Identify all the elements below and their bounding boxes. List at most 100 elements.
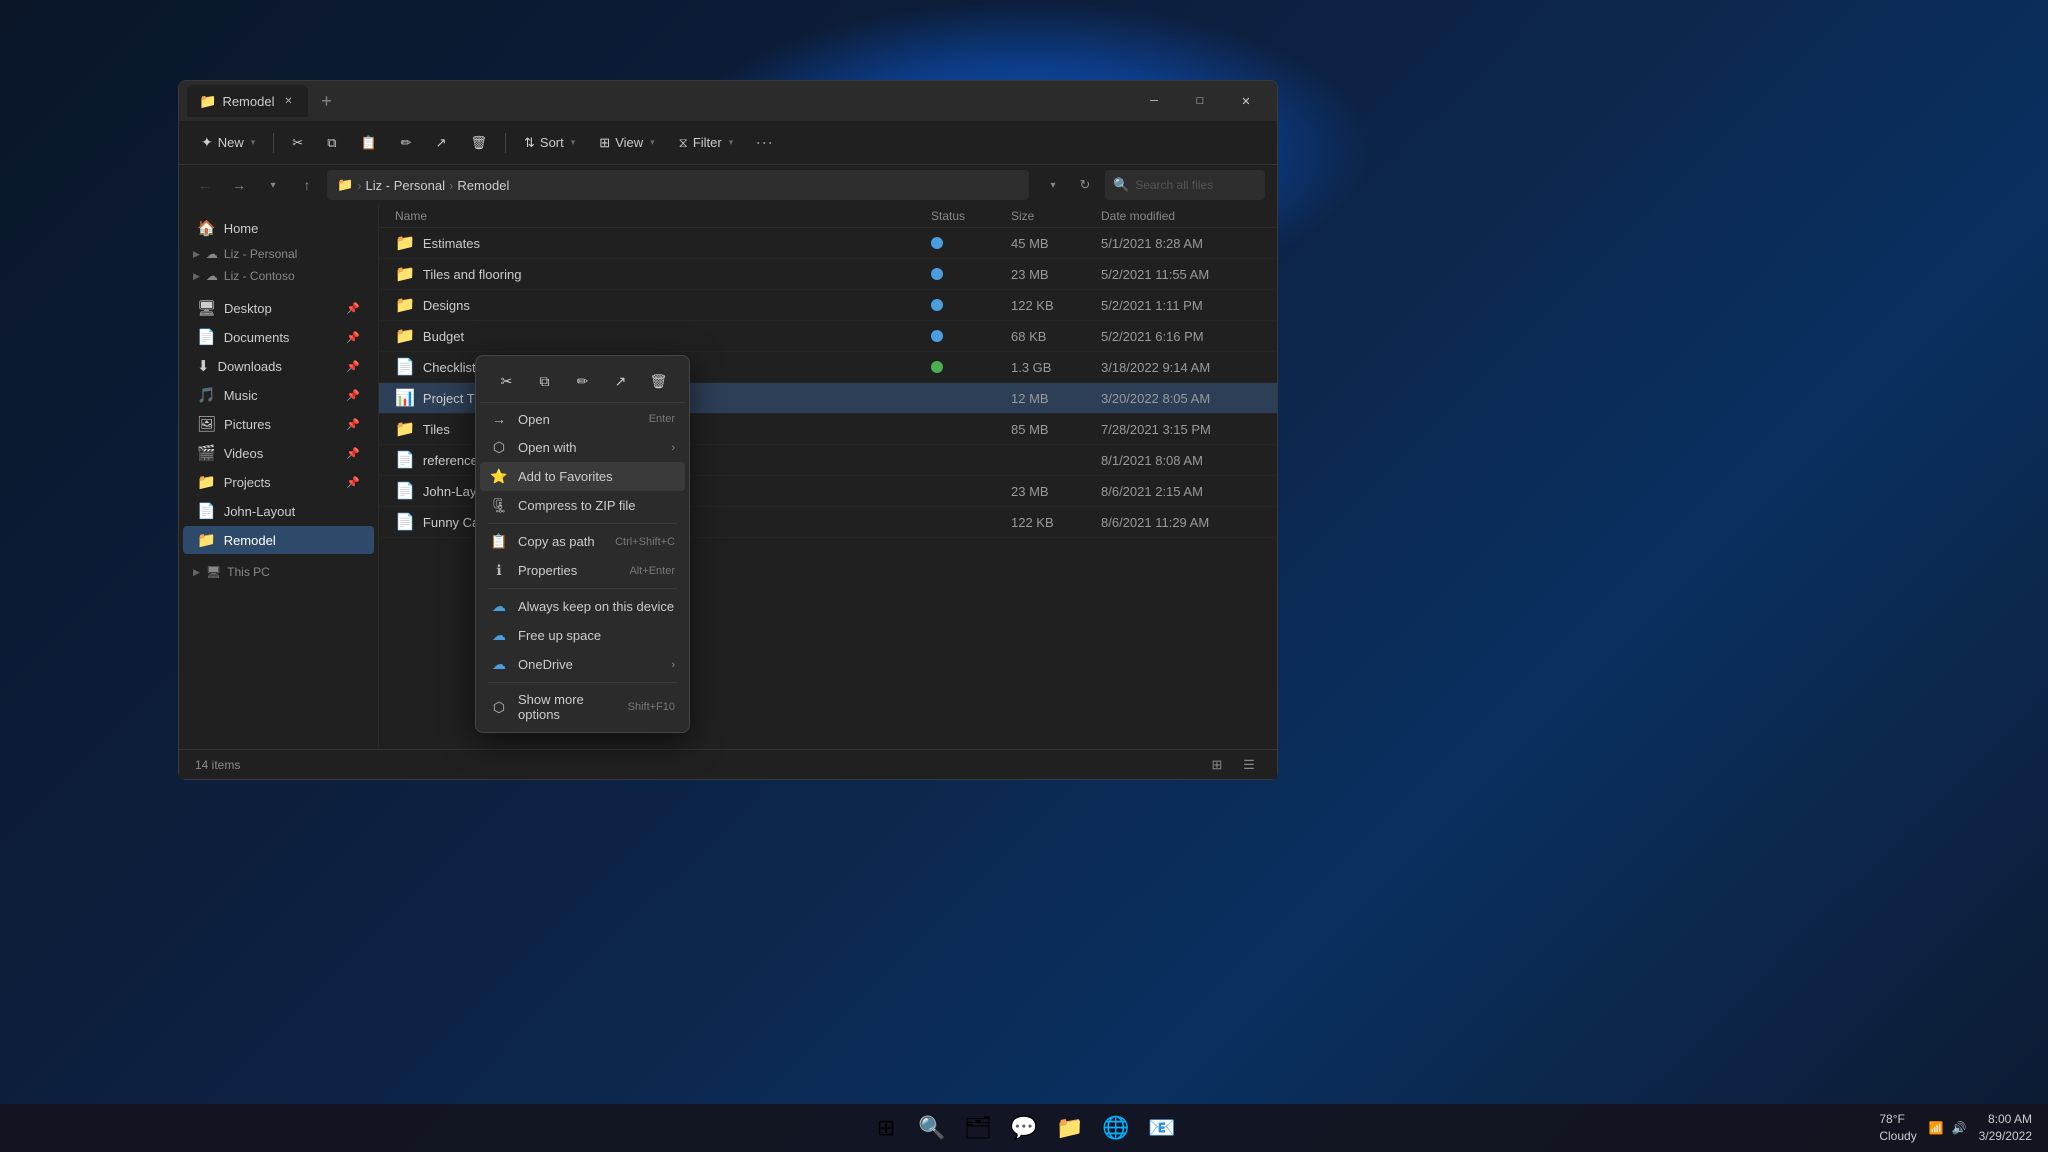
new-tab-button[interactable]: + [312, 87, 340, 115]
task-view-button[interactable]: 🗂 [956, 1106, 1000, 1150]
table-row[interactable]: 📁 Budget 68 KB 5/2/2021 6:16 PM [379, 321, 1277, 352]
sidebar-item-john-layout[interactable]: 📄 John-Layout [183, 497, 374, 525]
cm-always-keep-icon: ☁ [490, 598, 508, 615]
refresh-button[interactable]: ↻ [1071, 171, 1099, 199]
filter-button[interactable]: ⧖ Filter ▾ [669, 131, 744, 155]
cm-open-with-arrow: › [671, 442, 675, 454]
desktop-icon: 🖥 [197, 299, 216, 317]
col-header-date[interactable]: Date modified [1101, 209, 1261, 223]
cm-copy-path-item[interactable]: 📋 Copy as path Ctrl+Shift+C [480, 527, 685, 556]
cm-open-with-item[interactable]: ⬡ Open with › [480, 433, 685, 462]
up-button[interactable]: ↑ [293, 171, 321, 199]
recent-locations-button[interactable]: ▾ [259, 171, 287, 199]
close-button[interactable]: ✕ [1223, 85, 1269, 117]
cm-rename-button[interactable]: ✏ [568, 366, 598, 396]
cm-separator-1 [488, 523, 677, 524]
cm-delete-button[interactable]: 🗑 [644, 366, 674, 396]
sidebar-liz-contoso-header[interactable]: ▶ ☁ Liz - Contoso [179, 265, 378, 287]
cm-separator-2 [488, 588, 677, 589]
sort-button[interactable]: ⇅ Sort ▾ [514, 131, 585, 155]
cm-copy-button[interactable]: ⧉ [530, 366, 560, 396]
file-date-john: 8/6/2021 2:15 AM [1101, 484, 1261, 499]
delete-icon: 🗑 [470, 135, 487, 151]
rename-button[interactable]: ✏ [391, 131, 422, 155]
delete-button[interactable]: 🗑 [460, 131, 497, 155]
cut-button[interactable]: ✂ [282, 131, 313, 155]
sort-dropdown-icon: ▾ [571, 137, 576, 148]
cm-compress-item[interactable]: 🗜 Compress to ZIP file [480, 491, 685, 520]
cm-open-item[interactable]: → Open Enter [480, 405, 685, 433]
minimize-button[interactable]: ─ [1131, 85, 1177, 117]
share-button[interactable]: ↗ [426, 131, 457, 155]
view-dropdown-icon: ▾ [650, 137, 655, 148]
search-button[interactable]: 🔍 [910, 1106, 954, 1150]
new-button[interactable]: ✦ New ▾ [191, 130, 265, 155]
file-size-john: 23 MB [1011, 484, 1101, 499]
sidebar-item-desktop[interactable]: 🖥 Desktop 📌 [183, 294, 374, 322]
paste-button[interactable]: 📋 [350, 131, 386, 155]
widgets-button[interactable]: 💬 [1002, 1106, 1046, 1150]
mail-button[interactable]: 📧 [1140, 1106, 1184, 1150]
network-icon[interactable]: 📶 [1929, 1121, 1944, 1135]
back-button[interactable]: ← [191, 171, 219, 199]
videos-icon: 🎬 [197, 444, 216, 462]
dropdown-button[interactable]: ▾ [1039, 171, 1067, 199]
window-tab[interactable]: 📁 Remodel ✕ [187, 85, 308, 117]
view-button[interactable]: ⊞ View ▾ [589, 131, 664, 155]
table-row[interactable]: 📁 Designs 122 KB 5/2/2021 1:11 PM [379, 290, 1277, 321]
search-box[interactable]: 🔍 Search all files [1105, 170, 1265, 200]
sidebar-liz-personal-header[interactable]: ▶ ☁ Liz - Personal [179, 243, 378, 265]
sidebar-item-projects[interactable]: 📁 Projects 📌 [183, 468, 374, 496]
sidebar-this-pc-header[interactable]: ▶ 🖥 This PC [179, 561, 378, 583]
copy-button[interactable]: ⧉ [317, 131, 346, 155]
folder-icon-tiles2: 📁 [395, 419, 415, 439]
sidebar-item-pictures[interactable]: 🖼 Pictures 📌 [183, 410, 374, 438]
file-name-estimates: Estimates [423, 236, 931, 251]
cm-cut-button[interactable]: ✂ [492, 366, 522, 396]
sidebar-item-documents[interactable]: 📄 Documents 📌 [183, 323, 374, 351]
cm-add-favorites-item[interactable]: ⭐ Add to Favorites [480, 462, 685, 491]
cm-share-button[interactable]: ↗ [606, 366, 636, 396]
cm-show-more-item[interactable]: ⬡ Show more options Shift+F10 [480, 686, 685, 728]
tab-close-button[interactable]: ✕ [280, 93, 296, 109]
sidebar-item-downloads[interactable]: ⬇ Downloads 📌 [183, 352, 374, 380]
start-button[interactable]: ⊞ [864, 1106, 908, 1150]
list-view-button[interactable]: ☰ [1237, 753, 1261, 777]
more-options-button[interactable]: ··· [747, 128, 781, 157]
paste-icon: 📋 [360, 135, 376, 151]
breadcrumb-bar[interactable]: 📁 › Liz - Personal › Remodel [327, 170, 1029, 200]
maximize-button[interactable]: □ [1177, 85, 1223, 117]
col-header-size[interactable]: Size [1011, 209, 1101, 223]
file-name-budget: Budget [423, 329, 931, 344]
time-block[interactable]: 8:00 AM 3/29/2022 [1979, 1111, 2032, 1145]
sidebar-item-home[interactable]: 🏠 Home [183, 214, 374, 242]
cm-always-keep-item[interactable]: ☁ Always keep on this device [480, 592, 685, 621]
edge-button[interactable]: 🌐 [1094, 1106, 1138, 1150]
cm-compress-label: Compress to ZIP file [518, 498, 636, 513]
cm-free-up-item[interactable]: ☁ Free up space [480, 621, 685, 650]
col-header-name[interactable]: Name [395, 209, 931, 223]
sidebar-item-music[interactable]: 🎵 Music 📌 [183, 381, 374, 409]
cm-properties-item[interactable]: ℹ Properties Alt+Enter [480, 556, 685, 585]
cm-onedrive-item[interactable]: ☁ OneDrive › [480, 650, 685, 679]
cm-favorites-label: Add to Favorites [518, 469, 613, 484]
sidebar-item-videos[interactable]: 🎬 Videos 📌 [183, 439, 374, 467]
cm-copy-path-icon: 📋 [490, 533, 508, 550]
breadcrumb-liz-personal[interactable]: Liz - Personal [366, 178, 445, 193]
grid-view-button[interactable]: ⊞ [1205, 753, 1229, 777]
item-count: 14 items [195, 758, 240, 772]
breadcrumb-remodel[interactable]: Remodel [457, 178, 509, 193]
volume-icon[interactable]: 🔊 [1952, 1121, 1967, 1135]
address-bar: ← → ▾ ↑ 📁 › Liz - Personal › Remodel ▾ ↻… [179, 165, 1277, 205]
sidebar-item-remodel[interactable]: 📁 Remodel [183, 526, 374, 554]
col-header-status[interactable]: Status [931, 209, 1011, 223]
cm-onedrive-arrow: › [671, 659, 675, 671]
weather-desc: Cloudy [1879, 1128, 1916, 1145]
onedrive-icon-1: ☁ [206, 247, 218, 261]
table-row[interactable]: 📁 Estimates 45 MB 5/1/2021 8:28 AM [379, 228, 1277, 259]
main-content: 🏠 Home ▶ ☁ Liz - Personal ▶ ☁ Liz - Cont… [179, 205, 1277, 749]
expand-icon-2: ▶ [193, 271, 200, 282]
file-explorer-taskbar[interactable]: 📁 [1048, 1106, 1092, 1150]
forward-button[interactable]: → [225, 171, 253, 199]
table-row[interactable]: 📁 Tiles and flooring 23 MB 5/2/2021 11:5… [379, 259, 1277, 290]
